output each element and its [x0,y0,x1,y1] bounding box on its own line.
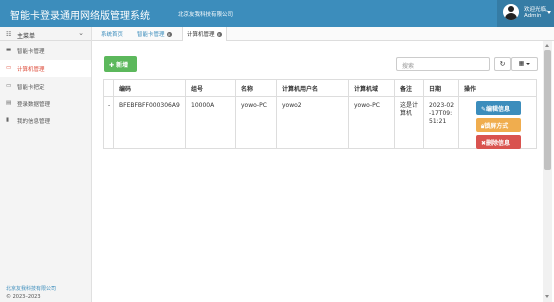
tab-computer-management[interactable]: 计算机管理 × [182,27,227,41]
avatar-body-shape [505,13,517,20]
username: Admin [524,13,542,19]
footer-copyright: © 2023–2023 [6,294,41,300]
sidebar-item-my-info[interactable]: ▮ 我的信息管理 [0,112,91,129]
search-input[interactable]: 搜索 [396,57,490,71]
sidebar-item-login-data[interactable]: ▤ 登录数据管理 [0,95,91,112]
table-cell-code: BFEBFBFF000306A9 [113,97,185,149]
footer-company: 北京友我科技有限公司 [6,286,57,292]
sidebar-item-card-management[interactable]: ▬ 智能卡管理 [0,42,91,59]
tab-home[interactable]: 系统首页 [101,30,123,38]
refresh-icon: ↻ [499,60,506,68]
caret-down-icon [526,62,531,65]
plus-icon: ✚ [109,62,115,69]
sidebar-item-label: 我的信息管理 [17,119,51,125]
delete-info-label: 删除信息 [486,140,511,147]
table-header-expand [103,79,113,96]
add-button-label: 新增 [116,62,129,69]
table-cell-date: 2023-02-17T09:51:21 [423,97,458,149]
table-header[interactable]: 组号 [185,79,235,96]
main-menu-header[interactable]: ☷ 主菜单 ⌄ [0,27,91,41]
columns-icon: ▦ [518,60,525,67]
table-header: 操作 [458,79,537,96]
sidebar-item-card-binding[interactable]: ▭ 智能卡把定 [0,78,91,95]
sidebar-item-computer-management[interactable]: ▭ 计算机管理 [0,60,91,77]
table-header[interactable]: 计算机域 [348,79,394,96]
tab-label: 智能卡管理 [137,32,165,38]
data-icon: ▤ [6,100,12,106]
close-icon[interactable]: × [166,32,172,37]
table-header[interactable]: 备注 [394,79,423,96]
table-header[interactable]: 日期 [423,79,458,96]
add-button[interactable]: ✚ 新增 [104,56,137,72]
card-icon: ▬ [6,47,12,53]
table-header[interactable]: 计算机用户名 [276,79,348,96]
sidebar-item-label: 智能卡管理 [17,49,45,55]
user-menu[interactable]: 欢迎光临, Admin [497,0,554,27]
tab-label: 系统首页 [101,32,124,38]
computer-icon: ▭ [6,65,12,71]
tab-label: 计算机管理 [187,32,215,38]
sidebar-item-label: 登录数据管理 [17,102,51,108]
welcome-text: 欢迎光临, [524,7,548,13]
lock-mode-label: 锁屏方式 [484,123,509,130]
card-bind-icon: ▭ [6,83,12,89]
lock-mode-button[interactable]: 🔒︎锁屏方式 [476,118,521,132]
user-icon: ▮ [6,117,10,123]
tab-bar: 系统首页 智能卡管理 × 计算机管理 × [92,27,554,41]
table-cell-user: yowo2 [276,97,348,149]
main-menu-label: 主菜单 [17,33,36,40]
scrollbar-thumb[interactable] [544,50,551,170]
edit-info-label: 编辑信息 [486,106,511,113]
app-title: 智能卡登录通用网络版管理系统 [10,11,150,22]
tab-card-management[interactable]: 智能卡管理 × [137,30,172,38]
sidebar-item-label: 计算机管理 [17,67,45,73]
company-name: 北京友我科技有限公司 [178,12,234,18]
table-cell-domain: yowo-PC [348,97,394,149]
menu-icon: ☷ [6,31,12,38]
row-expand-toggle[interactable]: - [103,97,113,149]
top-header: 智能卡登录通用网络版管理系统 北京友我科技有限公司 欢迎光临, Admin [0,0,554,27]
scroll-up-arrow-icon[interactable] [545,44,549,47]
avatar [503,4,519,20]
table-cell-note: 这是计算机 [394,97,423,149]
delete-info-button[interactable]: ✖删除信息 [476,135,521,149]
refresh-button[interactable]: ↻ [494,57,511,71]
close-icon[interactable]: × [216,32,222,37]
caret-down-icon [547,11,551,14]
table-header[interactable]: 名称 [235,79,276,96]
columns-button[interactable]: ▦ [511,57,538,71]
scroll-down-arrow-icon[interactable] [545,295,549,298]
sidebar-item-label: 智能卡把定 [17,85,45,91]
edit-info-button[interactable]: ✎编辑信息 [476,101,521,115]
table-cell-group: 10000A [185,97,235,149]
chevron-down-icon: ⌄ [78,29,84,37]
table-header[interactable]: 编码 [113,79,185,96]
sidebar: ☷ 主菜单 ⌄ ▬ 智能卡管理 ▭ 计算机管理 ▭ 智能卡把定 ▤ 登录数据管理… [0,27,92,302]
avatar-head-shape [508,6,514,12]
table-cell-name: yowo-PC [235,97,276,149]
